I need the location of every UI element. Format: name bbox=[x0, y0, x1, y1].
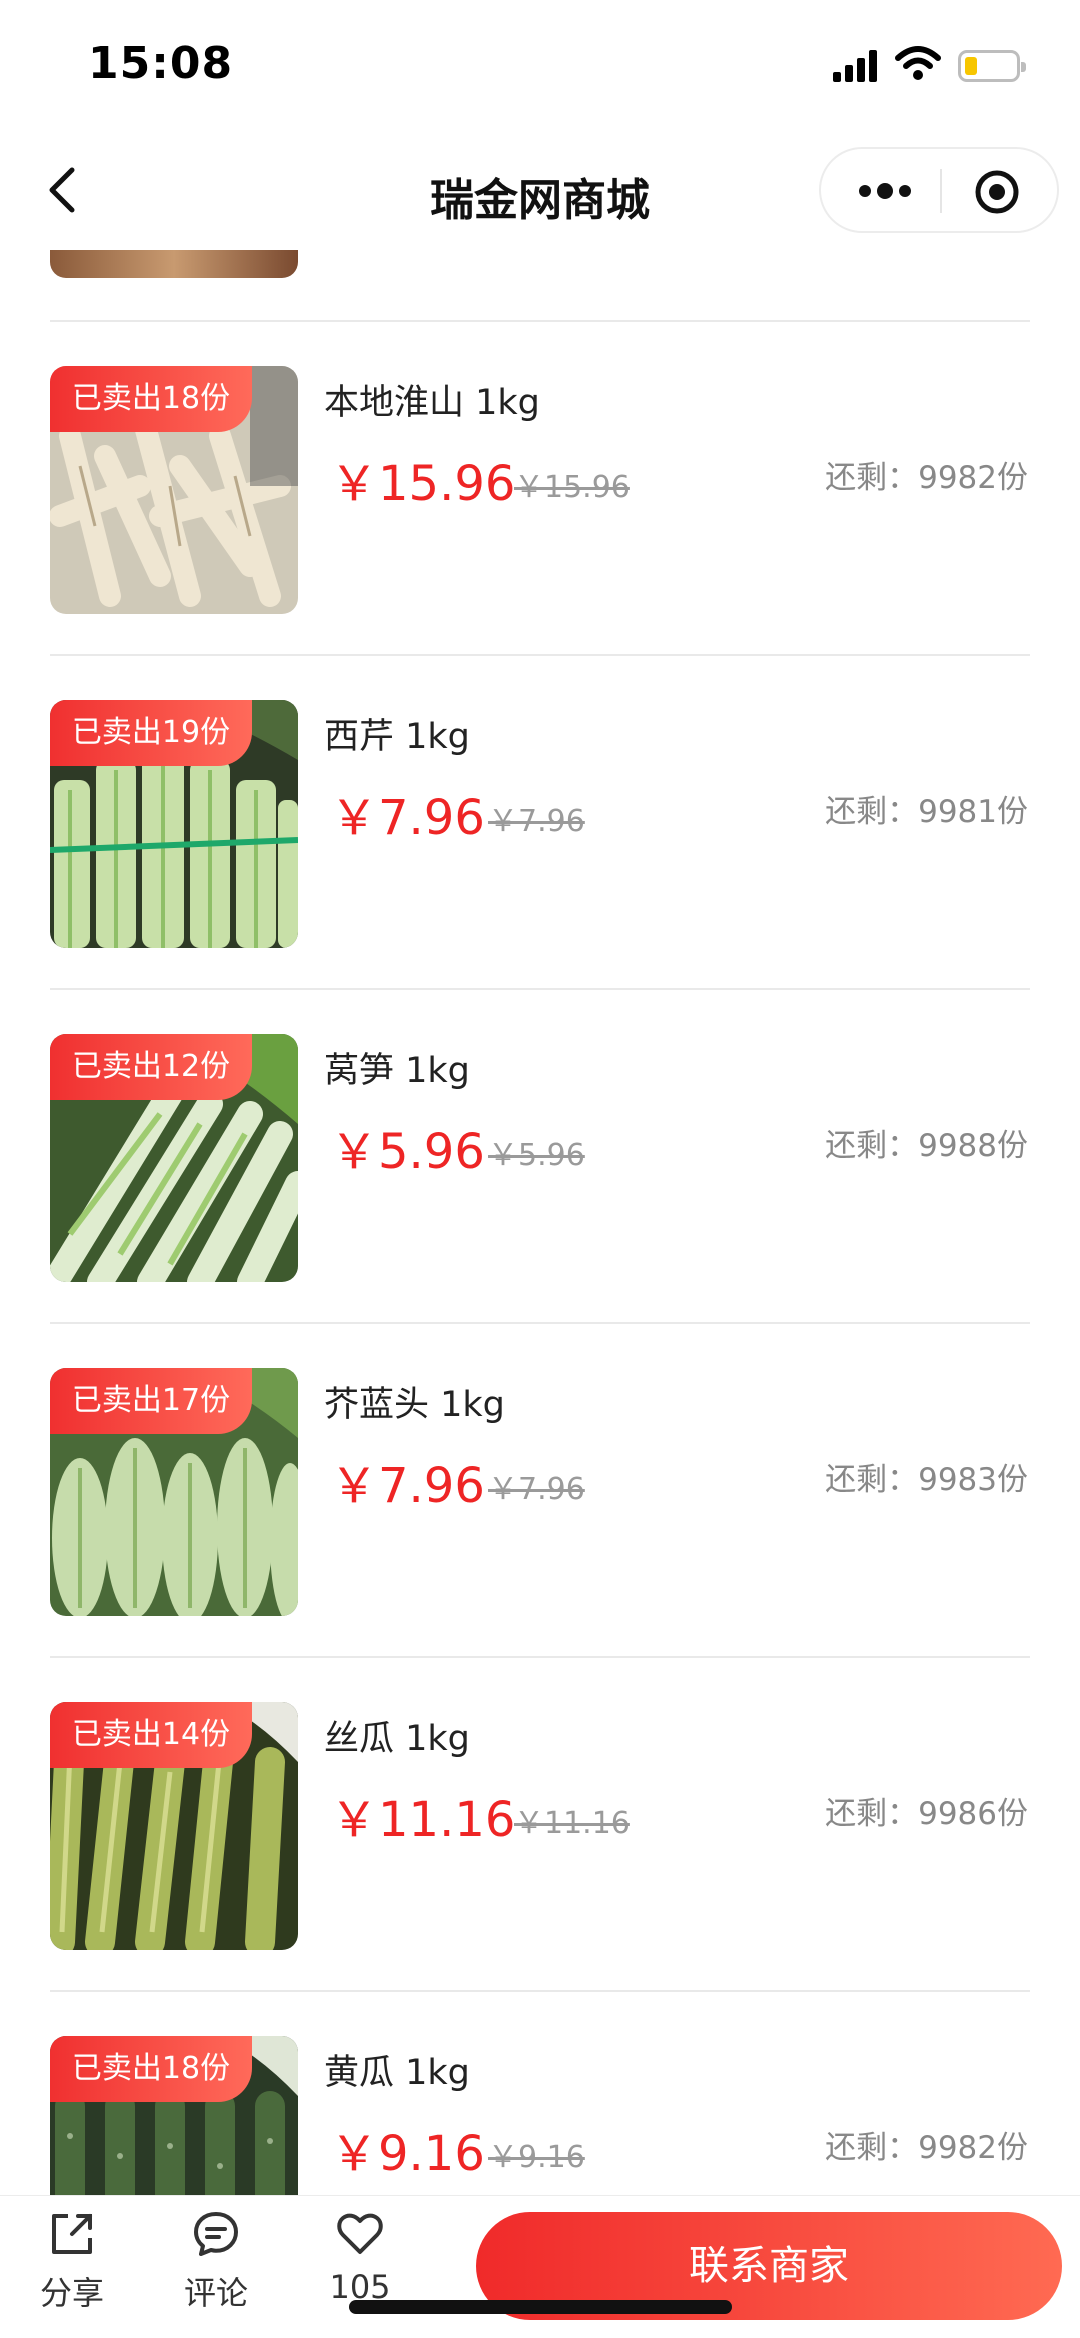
product-name: 芥蓝头 1kg bbox=[324, 1385, 505, 1425]
sold-count-badge: 已卖出14份 bbox=[50, 1702, 252, 1768]
capsule-divider bbox=[940, 169, 942, 213]
bottom-action-bar: 分享 评论 105 联系商家 bbox=[0, 2195, 1080, 2338]
sold-count-badge: 已卖出18份 bbox=[50, 366, 252, 432]
like-button[interactable]: 105 bbox=[300, 2196, 420, 2316]
product-item[interactable]: 已卖出12份 莴笋 1kg ￥5.96 ￥5.96 还剩：9988份 bbox=[0, 1034, 1080, 1368]
heart-icon bbox=[337, 2213, 383, 2254]
product-price: ￥11.16 bbox=[330, 1792, 516, 1848]
product-thumbnail-partial bbox=[50, 250, 298, 278]
miniprogram-capsule bbox=[819, 147, 1059, 233]
product-price: ￥15.96 bbox=[330, 456, 516, 512]
stock-remaining: 还剩：9981份 bbox=[825, 794, 1028, 830]
stock-remaining: 还剩：9986份 bbox=[825, 1796, 1028, 1832]
original-price: ￥11.16 bbox=[514, 1806, 630, 1841]
share-label: 分享 bbox=[39, 2274, 104, 2312]
divider bbox=[50, 320, 1030, 322]
cellular-signal-icon bbox=[833, 50, 877, 82]
sold-count-badge: 已卖出17份 bbox=[50, 1368, 252, 1434]
stock-remaining: 还剩：9983份 bbox=[825, 1462, 1028, 1498]
stock-remaining: 还剩：9982份 bbox=[825, 2130, 1028, 2166]
wifi-icon bbox=[895, 46, 941, 80]
product-price: ￥5.96 bbox=[330, 1124, 485, 1180]
product-price: ￥9.16 bbox=[330, 2126, 485, 2182]
status-time: 15:08 bbox=[88, 38, 234, 89]
product-name: 莴笋 1kg bbox=[324, 1051, 470, 1091]
product-item[interactable]: 已卖出18份 黄瓜 1kg ￥9.16 ￥9.16 还剩：9982份 bbox=[0, 2036, 1080, 2195]
battery-icon bbox=[958, 50, 1026, 82]
divider bbox=[50, 1656, 1030, 1658]
stock-remaining: 还剩：9982份 bbox=[825, 460, 1028, 496]
close-miniprogram-icon[interactable] bbox=[973, 168, 1021, 216]
product-price: ￥7.96 bbox=[330, 1458, 485, 1514]
original-price: ￥9.16 bbox=[488, 2140, 585, 2175]
nav-bar: 瑞金网商城 bbox=[0, 130, 1080, 250]
product-name: 西芹 1kg bbox=[324, 717, 470, 757]
product-item[interactable]: 已卖出17份 芥蓝头 1kg ￥7.96 ￥7.96 还剩：9983份 bbox=[0, 1368, 1080, 1702]
status-bar: 15:08 bbox=[0, 0, 1080, 130]
product-item[interactable]: 已卖出14份 丝瓜 1kg ￥11.16 ￥11.16 还剩：9986份 bbox=[0, 1702, 1080, 2036]
share-button[interactable]: 分享 bbox=[12, 2196, 132, 2316]
sold-count-badge: 已卖出12份 bbox=[50, 1034, 252, 1100]
divider bbox=[50, 1990, 1030, 1992]
comment-button[interactable]: 评论 bbox=[156, 2196, 276, 2316]
divider bbox=[50, 1322, 1030, 1324]
original-price: ￥15.96 bbox=[514, 470, 630, 505]
product-name: 黄瓜 1kg bbox=[324, 2053, 470, 2093]
sold-count-badge: 已卖出19份 bbox=[50, 700, 252, 766]
product-list: 已卖出18份 本地淮山 1kg ￥15.96 ￥15.96 还剩：9982份 已… bbox=[0, 250, 1080, 2195]
product-name: 本地淮山 1kg bbox=[324, 383, 540, 423]
comment-label: 评论 bbox=[183, 2274, 248, 2312]
share-icon bbox=[52, 2214, 92, 2254]
original-price: ￥7.96 bbox=[488, 804, 585, 839]
product-item[interactable]: 已卖出18份 本地淮山 1kg ￥15.96 ￥15.96 还剩：9982份 bbox=[0, 366, 1080, 700]
product-name: 丝瓜 1kg bbox=[324, 1719, 470, 1759]
home-indicator[interactable] bbox=[349, 2300, 732, 2314]
original-price: ￥7.96 bbox=[488, 1472, 585, 1507]
sold-count-badge: 已卖出18份 bbox=[50, 2036, 252, 2102]
divider bbox=[50, 654, 1030, 656]
comment-icon bbox=[194, 2212, 238, 2256]
stock-remaining: 还剩：9988份 bbox=[825, 1128, 1028, 1164]
product-price: ￥7.96 bbox=[330, 790, 485, 846]
original-price: ￥5.96 bbox=[488, 1138, 585, 1173]
divider bbox=[50, 988, 1030, 990]
more-options-icon[interactable] bbox=[855, 173, 915, 209]
product-item[interactable]: 已卖出19份 西芹 1kg ￥7.96 ￥7.96 还剩：9981份 bbox=[0, 700, 1080, 1034]
